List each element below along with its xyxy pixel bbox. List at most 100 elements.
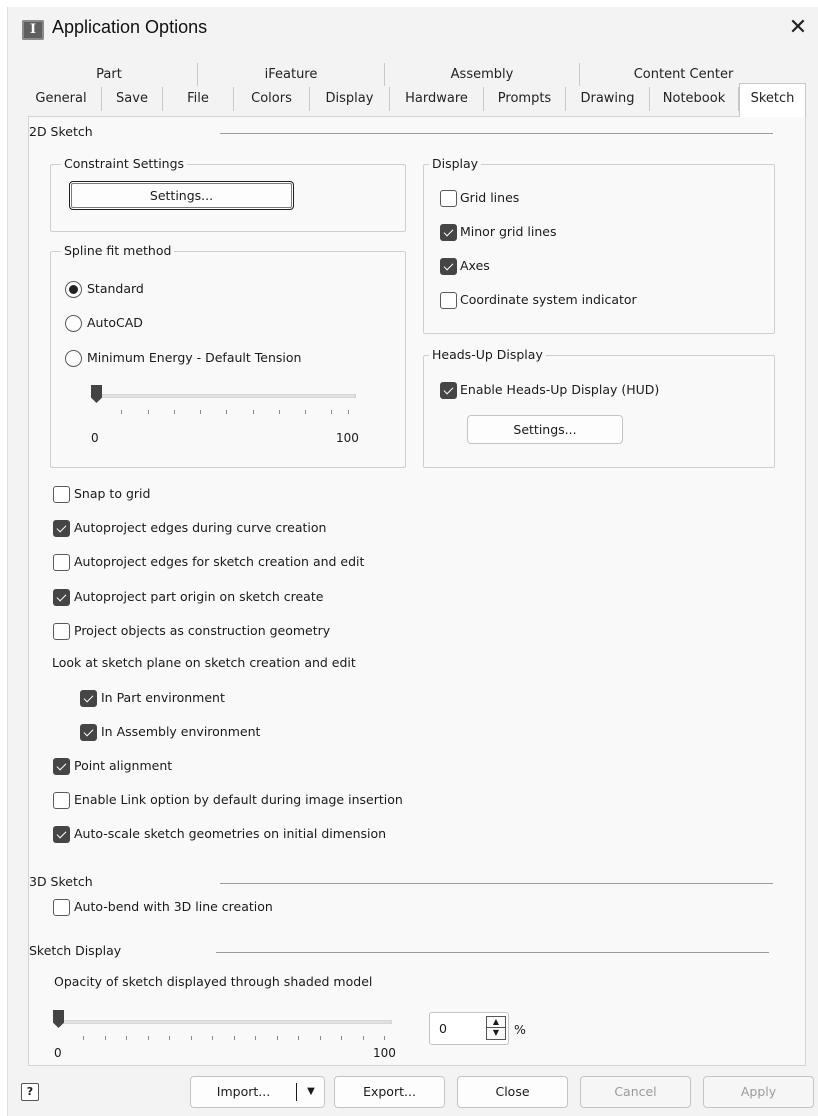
section-2d-sketch-title: 2D Sketch <box>29 124 97 139</box>
in-assembly-label: In Assembly environment <box>101 724 261 739</box>
autoproject-sketch-checkbox[interactable] <box>53 554 70 571</box>
tab-prompts[interactable]: Prompts <box>484 87 566 111</box>
chevron-down-icon[interactable]: ▼ <box>301 1077 321 1107</box>
slider-tick <box>105 1036 106 1040</box>
constraint-settings-title: Constraint Settings <box>61 156 188 171</box>
section-3d-sketch-title: 3D Sketch <box>29 874 97 889</box>
window-title: Application Options <box>52 17 208 37</box>
in-part-checkbox[interactable] <box>80 690 97 707</box>
in-assembly-checkbox[interactable] <box>80 724 97 741</box>
grid-lines-checkbox[interactable] <box>440 190 457 207</box>
tab-save[interactable]: Save <box>102 87 163 111</box>
tab-file[interactable]: File <box>163 87 234 111</box>
enable-hud-label: Enable Heads-Up Display (HUD) <box>460 382 660 397</box>
divider <box>220 133 773 134</box>
slider-tick <box>169 1036 170 1040</box>
section-sketch-display-title: Sketch Display <box>29 943 126 958</box>
slider-tick <box>298 1036 299 1040</box>
snap-to-grid-checkbox[interactable] <box>53 486 70 503</box>
slider-tick <box>348 410 349 414</box>
tab-sketch[interactable]: Sketch <box>739 83 806 117</box>
app-icon: I <box>22 20 44 40</box>
spin-down-button[interactable]: ▼ <box>486 1028 506 1040</box>
slider-tick <box>174 410 175 414</box>
tab-assembly[interactable]: Assembly <box>385 63 580 86</box>
auto-bend-checkbox[interactable] <box>53 899 70 916</box>
tension-max-label: 100 <box>336 431 359 445</box>
tab-display[interactable]: Display <box>310 87 390 111</box>
slider-tick <box>305 410 306 414</box>
autoproject-curve-label: Autoproject edges during curve creation <box>74 520 327 535</box>
apply-button[interactable]: Apply <box>703 1076 814 1108</box>
slider-tick <box>212 1036 213 1040</box>
slider-tick <box>126 1036 127 1040</box>
close-window-button[interactable]: ✕ <box>784 13 812 43</box>
constraint-settings-button[interactable]: Settings... <box>69 181 294 210</box>
slider-tick <box>200 410 201 414</box>
tab-part[interactable]: Part <box>21 63 198 86</box>
opacity-label: Opacity of sketch displayed through shad… <box>54 974 373 989</box>
axes-label: Axes <box>460 258 490 273</box>
project-construction-checkbox[interactable] <box>53 623 70 640</box>
radio-minimum-energy[interactable] <box>65 350 82 367</box>
close-button[interactable]: Close <box>457 1076 568 1108</box>
tension-min-label: 0 <box>91 431 99 445</box>
slider-tick <box>341 1036 342 1040</box>
minor-grid-lines-checkbox[interactable] <box>440 224 457 241</box>
auto-scale-checkbox[interactable] <box>53 826 70 843</box>
slider-tick <box>255 1036 256 1040</box>
display-group-title: Display <box>429 156 482 171</box>
slider-tick <box>384 1036 385 1040</box>
cancel-button[interactable]: Cancel <box>580 1076 691 1108</box>
slider-tick <box>226 410 227 414</box>
spline-fit-title: Spline fit method <box>61 243 175 258</box>
slider-tick <box>277 1036 278 1040</box>
tab-notebook[interactable]: Notebook <box>650 87 739 111</box>
auto-bend-label: Auto-bend with 3D line creation <box>74 899 273 914</box>
radio-autocad-label: AutoCAD <box>87 315 143 330</box>
slider-tick <box>320 1036 321 1040</box>
tab-general[interactable]: General <box>21 87 102 111</box>
radio-standard[interactable] <box>65 281 82 298</box>
axes-checkbox[interactable] <box>440 258 457 275</box>
point-alignment-checkbox[interactable] <box>53 758 70 775</box>
enable-hud-checkbox[interactable] <box>440 382 457 399</box>
hud-group-title: Heads-Up Display <box>429 347 546 362</box>
import-button-label[interactable]: Import... <box>191 1077 296 1107</box>
point-alignment-label: Point alignment <box>74 758 173 773</box>
slider-tick <box>253 410 254 414</box>
minor-grid-lines-label: Minor grid lines <box>460 224 557 239</box>
slider-tick <box>363 1036 364 1040</box>
hud-settings-button[interactable]: Settings... <box>467 415 623 444</box>
tab-drawing[interactable]: Drawing <box>566 87 650 111</box>
tab-hardware[interactable]: Hardware <box>390 87 484 111</box>
project-construction-label: Project objects as construction geometry <box>74 623 331 638</box>
snap-to-grid-label: Snap to grid <box>74 486 151 501</box>
enable-link-checkbox[interactable] <box>53 792 70 809</box>
slider-tick <box>83 1036 84 1040</box>
slider-tick <box>148 1036 149 1040</box>
opacity-value[interactable]: 0 <box>439 1021 447 1036</box>
in-part-label: In Part environment <box>101 690 225 705</box>
radio-standard-label: Standard <box>87 281 144 296</box>
divider <box>216 952 769 953</box>
slider-tick <box>148 410 149 414</box>
opacity-spinbox[interactable]: 0 ▲ ▼ <box>429 1012 509 1045</box>
spin-up-button[interactable]: ▲ <box>486 1016 506 1028</box>
split-divider <box>296 1083 297 1101</box>
tab-ifeature[interactable]: iFeature <box>198 63 385 86</box>
import-button[interactable]: Import... ▼ <box>190 1076 325 1108</box>
autoproject-curve-checkbox[interactable] <box>53 520 70 537</box>
help-icon[interactable]: ? <box>21 1083 39 1101</box>
tab-colors[interactable]: Colors <box>234 87 310 111</box>
slider-tick <box>279 410 280 414</box>
opacity-min-label: 0 <box>54 1046 62 1060</box>
tension-slider-track[interactable] <box>93 394 356 398</box>
application-options-window: I Application Options ✕ Part iFeature As… <box>7 7 818 1116</box>
autoproject-origin-checkbox[interactable] <box>53 589 70 606</box>
coordinate-indicator-checkbox[interactable] <box>440 292 457 309</box>
radio-autocad[interactable] <box>65 315 82 332</box>
opacity-slider-track[interactable] <box>56 1020 392 1024</box>
hud-group <box>423 355 775 468</box>
export-button[interactable]: Export... <box>334 1076 445 1108</box>
